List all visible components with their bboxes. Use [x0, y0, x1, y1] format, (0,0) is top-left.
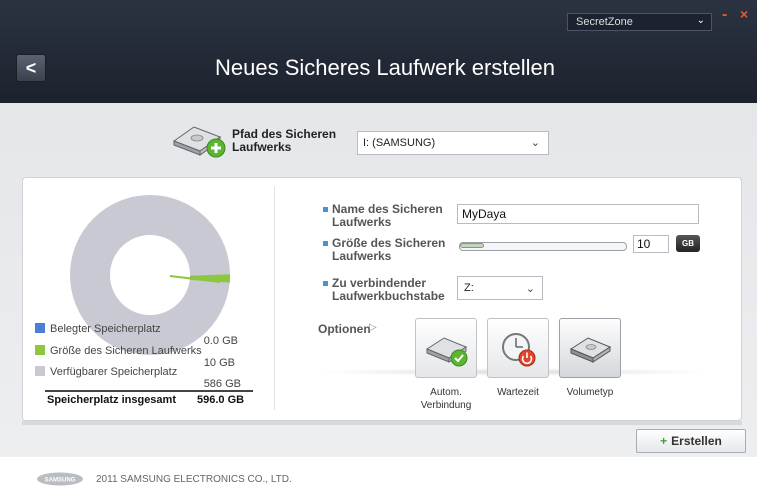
drive-letter-label: Zu verbindender Laufwerkbuchstabe — [332, 277, 445, 303]
legend-used-label: Belegter Speicherplatz — [50, 323, 161, 335]
name-label-line2: Laufwerks — [332, 215, 392, 229]
samsung-logo: SAMSUNG — [37, 472, 83, 486]
drive-add-icon — [172, 126, 226, 158]
zone-select[interactable]: SecretZone ⌄ — [567, 13, 712, 31]
legend-available-swatch — [35, 366, 45, 376]
option-auto-connect-label-line2: Verbindung — [420, 400, 472, 411]
size-slider[interactable] — [459, 242, 627, 251]
size-slider-fill — [460, 243, 484, 248]
total-separator — [45, 390, 253, 392]
option-timeout-label: Wartezeit — [497, 387, 539, 398]
legend-secure: Größe des Sicheren Laufwerks — [35, 345, 202, 357]
chevron-down-icon: ⌄ — [530, 137, 540, 149]
legend-available-label: Verfügbarer Speicherplatz — [50, 366, 178, 378]
create-button[interactable]: + Erstellen — [636, 429, 746, 453]
drive-label-line2: Laufwerkbuchstabe — [332, 289, 445, 303]
option-volume-type-button[interactable] — [559, 318, 621, 378]
header-bar: < Neues Sicheres Laufwerk erstellen Secr… — [0, 0, 757, 103]
drive-settings-panel: Belegter Speicherplatz 0.0 GB Größe des … — [22, 177, 742, 421]
size-label: Größe des Sicheren Laufwerks — [332, 237, 445, 263]
drive-name-input[interactable]: MyDaya — [457, 204, 699, 224]
footer: SAMSUNG 2011 SAMSUNG ELECTRONICS CO., LT… — [0, 457, 757, 500]
clock-power-icon — [502, 333, 536, 367]
total-value: 596.0 GB — [197, 394, 245, 406]
zone-select-value: SecretZone — [576, 16, 633, 28]
path-select[interactable]: I: (SAMSUNG) ⌄ — [357, 131, 549, 155]
minimize-button[interactable]: - — [722, 6, 727, 24]
total-label: Speicherplatz insgesamt — [47, 394, 176, 406]
drive-letter-select[interactable]: Z: ⌄ — [457, 276, 543, 300]
size-unit-button[interactable]: GB — [676, 235, 700, 252]
size-input[interactable]: 10 — [633, 235, 669, 253]
path-label-line2: Laufwerks — [232, 140, 292, 154]
pie-available-slice — [70, 195, 230, 355]
chevron-down-icon: ⌄ — [525, 283, 535, 295]
options-toggle[interactable]: Optionen — [318, 322, 371, 336]
create-button-label: Erstellen — [671, 434, 722, 448]
legend-secure-label: Größe des Sicheren Laufwerks — [50, 345, 202, 357]
legend-used: Belegter Speicherplatz — [35, 323, 161, 335]
drive-letter-value: Z: — [464, 282, 474, 294]
option-timeout-button[interactable] — [487, 318, 549, 378]
close-button[interactable]: × — [740, 6, 748, 22]
option-volume-type-label: Volumetyp — [566, 387, 614, 398]
copyright-text: 2011 SAMSUNG ELECTRONICS CO., LTD. — [96, 474, 292, 485]
legend-secure-value: 10 GB — [203, 357, 235, 369]
drive-check-icon — [425, 337, 468, 367]
legend-used-swatch — [35, 323, 45, 333]
back-button[interactable]: < — [16, 54, 46, 82]
plus-icon: + — [660, 434, 668, 448]
content-area: Pfad des Sicheren Laufwerks I: (SAMSUNG)… — [0, 103, 757, 457]
legend-secure-swatch — [35, 345, 45, 355]
panel-divider — [274, 186, 275, 410]
drive-icon — [569, 337, 612, 363]
page-title: Neues Sicheres Laufwerk erstellen — [215, 55, 555, 80]
size-bullet — [323, 241, 328, 246]
samsung-logo-text: SAMSUNG — [45, 478, 76, 484]
path-select-value: I: (SAMSUNG) — [363, 137, 436, 149]
name-label: Name des Sicheren Laufwerks — [332, 203, 443, 229]
name-bullet — [323, 207, 328, 212]
option-auto-connect-button[interactable] — [415, 318, 477, 378]
triangle-right-icon: ▷ — [369, 322, 377, 333]
size-label-line2: Laufwerks — [332, 249, 392, 263]
option-auto-connect-label-line1: Autom. — [430, 387, 462, 398]
option-auto-connect-label: Autom. Verbindung — [406, 386, 486, 412]
legend-available-value: 586 GB — [203, 378, 241, 390]
drive-bullet — [323, 281, 328, 286]
panel-footer-bar — [22, 421, 742, 425]
legend-available: Verfügbarer Speicherplatz — [35, 366, 177, 378]
path-label: Pfad des Sicheren Laufwerks — [232, 128, 336, 154]
chevron-down-icon: ⌄ — [696, 15, 705, 26]
